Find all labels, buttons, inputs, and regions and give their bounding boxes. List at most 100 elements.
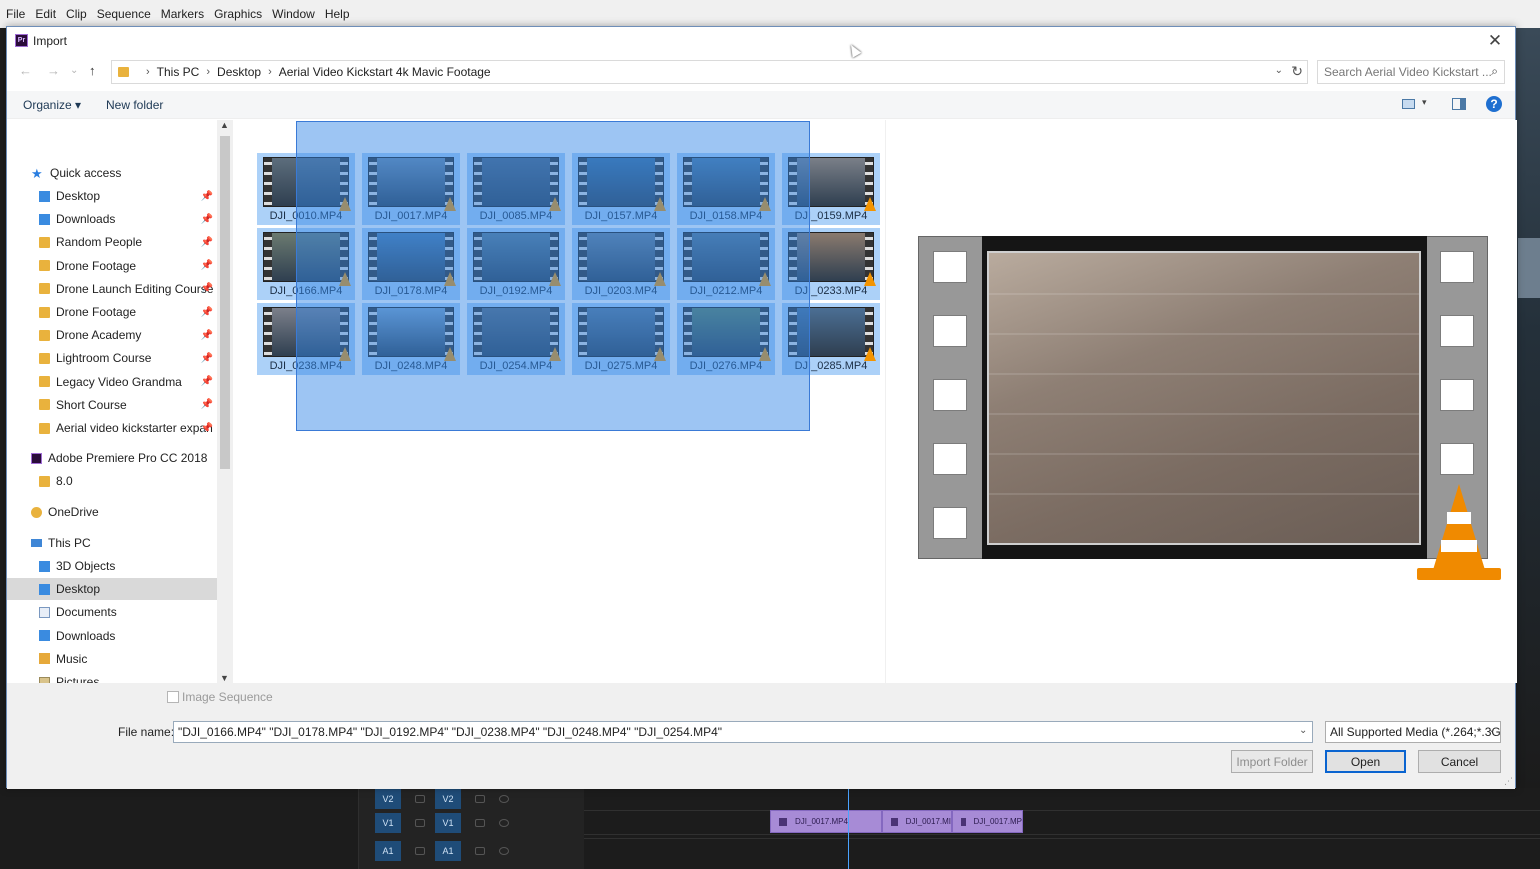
- pin-icon: 📌: [200, 422, 213, 434]
- forward-arrow-icon[interactable]: →: [47, 63, 60, 78]
- organize-button[interactable]: Organize ▾: [23, 98, 81, 112]
- import-dialog: Pr Import ✕ ← → ⌄ ↑ › This PC › Desktop › Aer…: [6, 26, 1517, 789]
- nav-premiere-8[interactable]: 8.0: [7, 470, 217, 492]
- nav-pinned-item[interactable]: Desktop 📌: [7, 185, 217, 207]
- file-name-label: File name:: [118, 725, 175, 739]
- lock-icon[interactable]: [415, 847, 425, 855]
- timeline-clip[interactable]: DJI_0017.MI: [882, 810, 952, 833]
- folder-icon: [39, 236, 50, 248]
- breadcrumb-item[interactable]: Aerial Video Kickstart 4k Mavic Footage: [279, 65, 491, 79]
- film-hole: [933, 315, 967, 347]
- special-folder-icon: [39, 213, 50, 225]
- film-hole: [1440, 443, 1474, 475]
- nav-quick-access[interactable]: ★ Quick access: [7, 162, 217, 184]
- back-arrow-icon[interactable]: ←: [19, 63, 32, 78]
- eye-icon[interactable]: [499, 819, 509, 827]
- change-view-icon[interactable]: [1402, 99, 1415, 109]
- nav-pc-item[interactable]: Pictures: [7, 671, 217, 683]
- close-button[interactable]: ✕: [1485, 30, 1505, 52]
- track-target-toggle[interactable]: A1: [435, 841, 461, 861]
- sync-icon[interactable]: [475, 819, 485, 827]
- track-target-toggle[interactable]: V1: [435, 813, 461, 833]
- file-type-select[interactable]: All Supported Media (*.264;*.3G ⌄: [1325, 721, 1501, 743]
- nav-pc-item[interactable]: 3D Objects: [7, 555, 217, 577]
- up-arrow-icon[interactable]: ↑: [89, 63, 96, 78]
- nav-pinned-item[interactable]: Short Course 📌: [7, 394, 217, 416]
- menu-help[interactable]: Help: [325, 7, 356, 21]
- file-name-dropdown-icon[interactable]: ⌄: [1299, 725, 1307, 736]
- file-name-input[interactable]: "DJI_0166.MP4" "DJI_0178.MP4" "DJI_0192.…: [173, 721, 1313, 743]
- lock-icon[interactable]: [415, 819, 425, 827]
- folder-icon: [39, 352, 50, 364]
- nav-pinned-item-label: Lightroom Course: [56, 351, 152, 366]
- chevron-down-icon[interactable]: ⌄: [1488, 724, 1496, 735]
- menu-markers[interactable]: Markers: [161, 7, 210, 21]
- nav-pinned-item[interactable]: Drone Launch Editing Course 📌: [7, 278, 217, 300]
- nav-premiere[interactable]: Adobe Premiere Pro CC 2018: [7, 447, 217, 469]
- film-hole: [933, 443, 967, 475]
- solo-icon[interactable]: [499, 847, 509, 855]
- video-preview-image: [987, 251, 1421, 545]
- search-icon[interactable]: ⌕: [1491, 64, 1498, 79]
- menu-sequence[interactable]: Sequence: [97, 7, 157, 21]
- nav-pc-item[interactable]: Documents: [7, 601, 217, 623]
- address-bar[interactable]: › This PC › Desktop › Aerial Video Kickstart …: [111, 60, 1308, 84]
- nav-onedrive[interactable]: OneDrive: [7, 501, 217, 523]
- open-button[interactable]: Open: [1325, 750, 1406, 773]
- timeline-clip[interactable]: DJI_0017.MP4: [770, 810, 882, 833]
- nav-pinned-item[interactable]: Lightroom Course 📌: [7, 347, 217, 369]
- lock-icon[interactable]: [415, 795, 425, 803]
- menu-window[interactable]: Window: [272, 7, 321, 21]
- nav-this-pc[interactable]: This PC: [7, 532, 217, 554]
- track-source-toggle[interactable]: V2: [375, 789, 401, 809]
- dialog-titlebar[interactable]: Pr Import ✕: [7, 27, 1515, 58]
- nav-pinned-item[interactable]: Aerial video kickstarter expan 📌: [7, 417, 217, 439]
- scroll-thumb[interactable]: [220, 136, 230, 469]
- playhead[interactable]: [848, 788, 849, 869]
- nav-pc-item[interactable]: Music: [7, 648, 217, 670]
- nav-pc-item[interactable]: Downloads: [7, 625, 217, 647]
- nav-pinned-item[interactable]: Legacy Video Grandma 📌: [7, 371, 217, 393]
- menu-clip[interactable]: Clip: [66, 7, 93, 21]
- image-sequence-checkbox[interactable]: Image Sequence: [167, 690, 273, 704]
- chevron-down-icon[interactable]: ⌄: [1275, 65, 1283, 76]
- menu-file[interactable]: File: [6, 7, 31, 21]
- nav-pinned-item[interactable]: Drone Footage 📌: [7, 255, 217, 277]
- new-folder-button[interactable]: New folder: [106, 98, 163, 112]
- nav-pinned-item[interactable]: Drone Footage 📌: [7, 301, 217, 323]
- nav-pinned-item[interactable]: Drone Academy 📌: [7, 324, 217, 346]
- nav-pinned-item[interactable]: Downloads 📌: [7, 208, 217, 230]
- timeline-clip[interactable]: DJI_0017.MP: [952, 810, 1023, 833]
- track-target-toggle[interactable]: V2: [435, 789, 461, 809]
- preview-pane-icon[interactable]: [1452, 98, 1466, 110]
- track-source-toggle[interactable]: V1: [375, 813, 401, 833]
- menu-graphics[interactable]: Graphics: [214, 7, 268, 21]
- menu-edit[interactable]: Edit: [35, 7, 62, 21]
- recent-locations-icon[interactable]: ⌄: [70, 65, 78, 76]
- search-input[interactable]: Search Aerial Video Kickstart ... ⌕: [1317, 60, 1505, 84]
- cancel-button[interactable]: Cancel: [1418, 750, 1501, 773]
- breadcrumb-chevron-icon: ›: [206, 66, 211, 78]
- nav-pinned-item[interactable]: Random People 📌: [7, 231, 217, 253]
- track-source-toggle[interactable]: A1: [375, 841, 401, 861]
- scroll-down-icon[interactable]: ▼: [220, 673, 229, 683]
- nav-pc-item[interactable]: Desktop: [7, 578, 217, 601]
- breadcrumb-item[interactable]: Desktop: [217, 65, 261, 79]
- file-type-value: All Supported Media (*.264;*.3G: [1330, 725, 1501, 739]
- checkbox-icon[interactable]: [167, 691, 179, 703]
- scroll-up-icon[interactable]: ▲: [220, 120, 229, 130]
- help-icon[interactable]: ?: [1486, 96, 1502, 112]
- import-folder-button[interactable]: Import Folder: [1231, 750, 1313, 773]
- dialog-footer: Image Sequence File name: "DJI_0166.MP4"…: [7, 683, 1515, 789]
- eye-icon[interactable]: [499, 795, 509, 803]
- film-hole: [933, 379, 967, 411]
- pin-icon: 📌: [200, 236, 213, 248]
- nav-scrollbar[interactable]: ▲ ▼: [217, 120, 233, 683]
- view-dropdown-icon[interactable]: ▾: [1422, 97, 1427, 108]
- mute-icon[interactable]: [475, 847, 485, 855]
- nav-pc-item-label: Pictures: [56, 675, 100, 683]
- breadcrumb-item[interactable]: This PC: [157, 65, 200, 79]
- refresh-icon[interactable]: ↻: [1291, 63, 1303, 80]
- sync-icon[interactable]: [475, 795, 485, 803]
- resize-grip-icon[interactable]: ⋰: [1504, 776, 1513, 787]
